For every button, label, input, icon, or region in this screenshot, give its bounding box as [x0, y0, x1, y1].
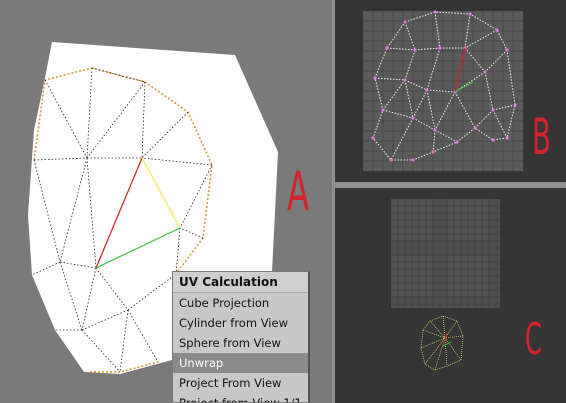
menu-item-cube-projection[interactable]: Cube Projection [173, 293, 308, 313]
uv-grid-overview [391, 199, 500, 371]
menu-title: UV Calculation [173, 272, 308, 293]
uv-image-area-small [391, 199, 500, 308]
uv-calculation-menu: UV Calculation Cube Projection Cylinder … [172, 271, 310, 403]
annotation-label-b: B [532, 108, 551, 166]
annotation-label-a: A [287, 160, 310, 223]
menu-item-project-from-view[interactable]: Project From View [173, 373, 308, 393]
uv-editor-overview[interactable]: C [335, 188, 566, 403]
menu-item-unwrap[interactable]: Unwrap [173, 353, 308, 373]
menu-item-sphere-from-view[interactable]: Sphere from View [173, 333, 308, 353]
menu-item-cylinder-from-view[interactable]: Cylinder from View [173, 313, 308, 333]
uv-editor-zoomed[interactable]: B [335, 0, 566, 182]
annotation-label-c: C [525, 314, 542, 365]
menu-item-project-from-view-1-1[interactable]: Project from View 1/1 [173, 393, 308, 402]
uv-island-small [420, 315, 464, 371]
